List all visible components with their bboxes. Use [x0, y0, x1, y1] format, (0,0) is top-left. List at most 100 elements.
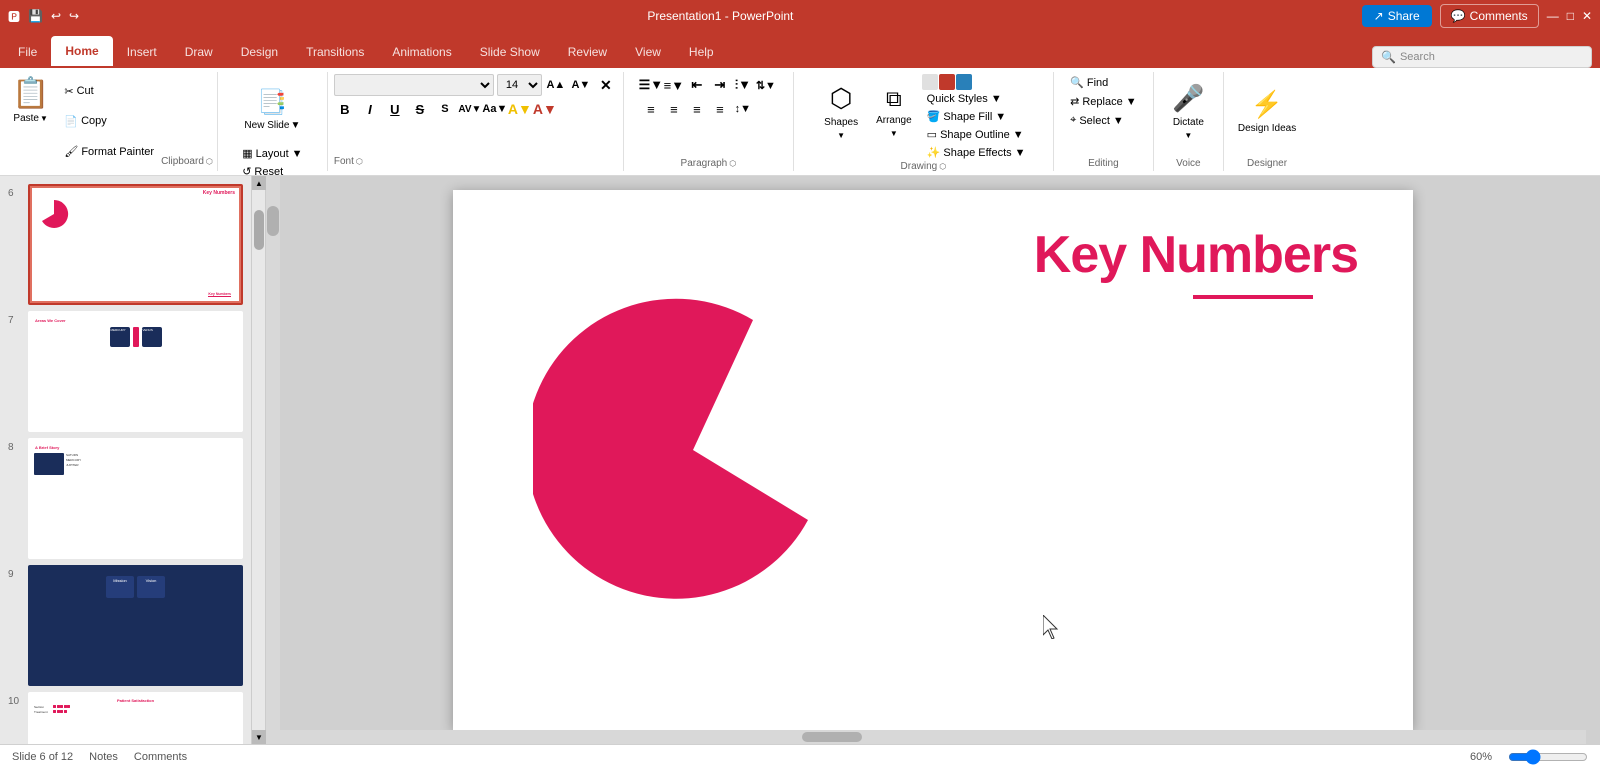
slide-thumb-7[interactable]: 7 Areas We Cover MERCURY VENUS: [8, 311, 243, 432]
font-expand-icon[interactable]: ⬡: [356, 157, 363, 166]
quick-styles-button[interactable]: Quick Styles ▼: [922, 91, 1031, 107]
text-highlight-button[interactable]: A▼: [509, 98, 531, 120]
paste-button[interactable]: 📋 Paste ▼: [4, 74, 57, 169]
maximize-button[interactable]: □: [1567, 9, 1574, 23]
tab-animations[interactable]: Animations: [378, 36, 465, 68]
slide-panel-scrollbar[interactable]: ▲ ▼: [252, 176, 266, 744]
app-logo: 🅿: [8, 8, 20, 25]
tab-home[interactable]: Home: [51, 36, 112, 68]
select-button[interactable]: ⌖ Select ▼: [1065, 112, 1141, 129]
scroll-thumb[interactable]: [254, 210, 264, 250]
shape-fill-button[interactable]: 🪣 Shape Fill ▼: [922, 108, 1031, 125]
change-case-button[interactable]: Aa▼: [484, 98, 506, 120]
share-button[interactable]: ↗ Share: [1362, 5, 1432, 27]
quick-access-redo[interactable]: ↪: [69, 9, 79, 23]
slide-thumb-8[interactable]: 8 A Brief Story SATURNMERCURYJUPITER: [8, 438, 243, 559]
search-bar[interactable]: 🔍 Search: [1372, 46, 1592, 68]
canvas-hscroll-thumb[interactable]: [802, 732, 862, 742]
bullets-button[interactable]: ☰▼: [640, 74, 662, 96]
text-shadow-button[interactable]: S: [434, 98, 456, 120]
format-painter-button[interactable]: 🖌 Format Painter: [59, 143, 159, 160]
font-size-select[interactable]: 14: [497, 74, 542, 96]
notes-button[interactable]: Notes: [89, 751, 118, 763]
drawing-expand-icon[interactable]: ⬡: [939, 162, 946, 171]
align-left-button[interactable]: ≡: [640, 98, 662, 120]
dictate-button[interactable]: 🎤 Dictate ▼: [1164, 74, 1212, 149]
copy-button[interactable]: 📄 Copy: [59, 113, 159, 130]
zoom-slider[interactable]: [1508, 749, 1588, 765]
find-button[interactable]: 🔍 Find: [1065, 74, 1141, 91]
reset-button[interactable]: ↺ Reset: [237, 163, 307, 176]
slide-num-10: 10: [8, 692, 22, 707]
tab-review[interactable]: Review: [554, 36, 621, 68]
voice-group: 🎤 Dictate ▼ Voice: [1154, 72, 1224, 171]
align-right-button[interactable]: ≡: [686, 98, 708, 120]
slide-thumb-img-10[interactable]: Patient Satisfaction Section: [28, 692, 243, 744]
shapes-button[interactable]: ⬡ Shapes ▼: [816, 74, 866, 149]
strikethrough-button[interactable]: S: [409, 98, 431, 120]
comments-button[interactable]: 💬 Comments: [1440, 4, 1539, 28]
scroll-up-button[interactable]: ▲: [252, 176, 266, 190]
style-swatch-1[interactable]: [922, 74, 938, 90]
style-swatch-2[interactable]: [939, 74, 955, 90]
canvas-vscroll[interactable]: [266, 176, 280, 744]
shape-effects-button[interactable]: ✨ Shape Effects ▼: [922, 144, 1031, 161]
layout-icon: ▦: [242, 147, 252, 160]
underline-button[interactable]: U: [384, 98, 406, 120]
tab-view[interactable]: View: [621, 36, 675, 68]
font-name-select[interactable]: [334, 74, 494, 96]
add-columns-button[interactable]: ⫶▼: [732, 74, 754, 96]
scroll-down-button[interactable]: ▼: [252, 730, 266, 744]
italic-button[interactable]: I: [359, 98, 381, 120]
layout-button[interactable]: ▦ Layout ▼: [237, 145, 307, 162]
arrange-button[interactable]: ⧉ Arrange ▼: [868, 74, 920, 149]
slide-thumb-img-7[interactable]: Areas We Cover MERCURY VENUS: [28, 311, 243, 432]
slide-thumb-img-8[interactable]: A Brief Story SATURNMERCURYJUPITER: [28, 438, 243, 559]
design-ideas-button[interactable]: ⚡ Design Ideas: [1230, 74, 1304, 149]
font-color-button[interactable]: A▼: [534, 98, 556, 120]
slides-group-content: 📑 New Slide ▼ ▦ Layout ▼ ↺ Reset: [236, 72, 308, 176]
slide-thumb-9[interactable]: 9 Mission Vision: [8, 565, 243, 686]
canvas-vscroll-thumb[interactable]: [267, 206, 279, 236]
increase-indent-button[interactable]: ⇥: [709, 74, 731, 96]
tab-draw[interactable]: Draw: [171, 36, 227, 68]
clipboard-expand-icon[interactable]: ⬡: [206, 157, 213, 166]
increase-font-button[interactable]: A▲: [545, 74, 567, 96]
editing-buttons: 🔍 Find ⇄ Replace ▼ ⌖ Select ▼: [1065, 74, 1141, 129]
justify-button[interactable]: ≡: [709, 98, 731, 120]
cut-button[interactable]: ✂ Cut: [59, 83, 159, 100]
style-swatch-3[interactable]: [956, 74, 972, 90]
decrease-indent-button[interactable]: ⇤: [686, 74, 708, 96]
quick-access-undo[interactable]: ↩: [51, 9, 61, 23]
tab-help[interactable]: Help: [675, 36, 728, 68]
char-spacing-button[interactable]: AV▼: [459, 98, 481, 120]
clear-format-button[interactable]: ✕: [595, 74, 617, 96]
tab-insert[interactable]: Insert: [113, 36, 171, 68]
align-center-button[interactable]: ≡: [663, 98, 685, 120]
text-direction-button[interactable]: ⇅▼: [755, 74, 777, 96]
decrease-font-button[interactable]: A▼: [570, 74, 592, 96]
cursor: [1043, 615, 1063, 642]
new-slide-button[interactable]: 📑 New Slide ▼: [236, 74, 308, 144]
paragraph-expand-icon[interactable]: ⬡: [729, 159, 736, 168]
slide-title-underline: [1193, 295, 1313, 299]
pie-chart: [533, 290, 853, 613]
quick-access-save[interactable]: 💾: [28, 9, 43, 23]
minimize-button[interactable]: —: [1547, 9, 1559, 23]
tab-file[interactable]: File: [4, 36, 51, 68]
bold-button[interactable]: B: [334, 98, 356, 120]
canvas-hscroll[interactable]: [280, 730, 1586, 744]
numbering-button[interactable]: ≡▼: [663, 74, 685, 96]
slide-thumb-img-6[interactable]: Key Numbers Key Numbers: [28, 184, 243, 305]
comments-status[interactable]: Comments: [134, 751, 187, 763]
replace-button[interactable]: ⇄ Replace ▼: [1065, 93, 1141, 110]
close-button[interactable]: ✕: [1582, 9, 1592, 23]
shape-outline-button[interactable]: ▭ Shape Outline ▼: [922, 126, 1031, 143]
line-spacing-button[interactable]: ↕▼: [732, 98, 754, 120]
tab-transitions[interactable]: Transitions: [292, 36, 378, 68]
slide-thumb-6[interactable]: 6 Key Numbers Key Numbers: [8, 184, 243, 305]
tab-slideshow[interactable]: Slide Show: [466, 36, 554, 68]
slide-thumb-10[interactable]: 10 Patient Satisfaction Section: [8, 692, 243, 744]
tab-design[interactable]: Design: [227, 36, 292, 68]
slide-thumb-img-9[interactable]: Mission Vision: [28, 565, 243, 686]
